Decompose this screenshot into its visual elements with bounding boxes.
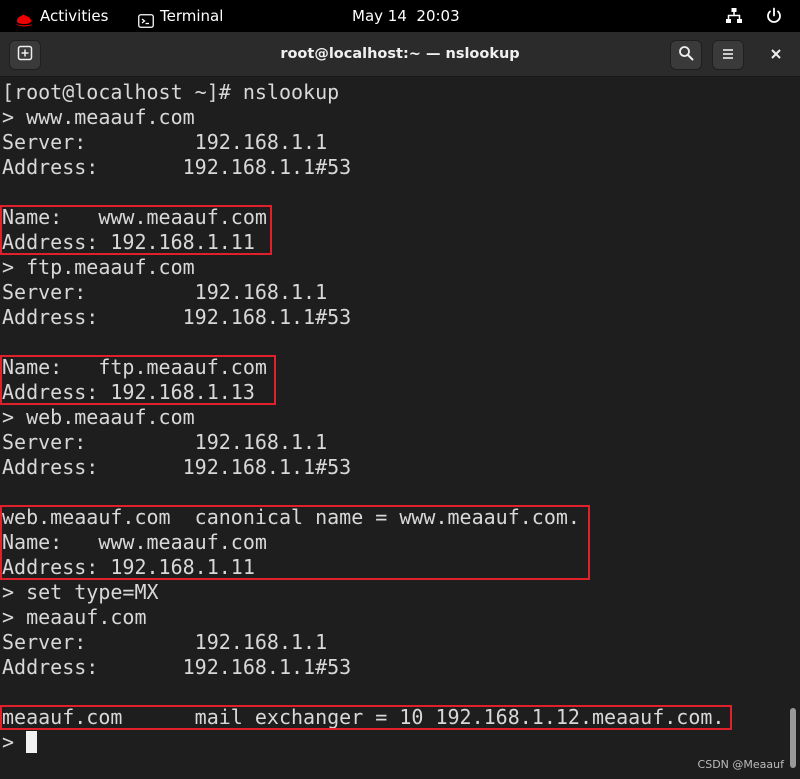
terminal-line: Server: 192.168.1.1	[2, 130, 328, 154]
scrollbar[interactable]	[786, 80, 800, 779]
highlight-box-ftp-result	[0, 355, 276, 405]
redhat-logo-icon	[14, 8, 34, 27]
top-bar: Activities Terminal May 14 20:03	[0, 0, 800, 32]
clock[interactable]: May 14 20:03	[352, 0, 460, 32]
network-icon[interactable]	[725, 0, 743, 32]
new-tab-icon	[17, 45, 33, 65]
menu-button[interactable]	[712, 40, 744, 70]
clock-label: May 14 20:03	[352, 7, 460, 25]
app-menu-label: Terminal	[160, 7, 224, 25]
new-tab-button[interactable]	[9, 40, 41, 70]
search-button[interactable]	[670, 40, 702, 70]
close-button[interactable]	[760, 40, 792, 70]
app-menu-terminal[interactable]: Terminal	[138, 0, 223, 32]
activities-button[interactable]: Activities	[14, 0, 108, 32]
search-icon	[678, 45, 694, 65]
terminal-line: > ftp.meaauf.com	[2, 255, 195, 279]
highlight-box-web-result	[0, 505, 590, 580]
terminal-line: [root@localhost ~]# nslookup	[2, 80, 340, 104]
header-bar: root@localhost:~ — nslookup	[0, 32, 800, 77]
watermark: CSDN @Meaauf	[697, 758, 784, 771]
highlight-box-www-result	[0, 205, 272, 255]
terminal-line: > meaauf.com	[2, 605, 147, 629]
text-cursor	[26, 731, 38, 753]
terminal-prompt-line[interactable]: >	[2, 730, 38, 755]
terminal-line: > web.meaauf.com	[2, 405, 195, 429]
scrollbar-thumb[interactable]	[790, 708, 796, 768]
terminal-line: Address: 192.168.1.1#53	[2, 455, 352, 479]
terminal-line: Server: 192.168.1.1	[2, 630, 328, 654]
terminal-line: Address: 192.168.1.1#53	[2, 155, 352, 179]
terminal-window: root@localhost:~ — nslookup [root@localh…	[0, 32, 800, 779]
activities-label: Activities	[40, 7, 109, 25]
terminal-line: > set type=MX	[2, 580, 159, 604]
close-icon	[770, 46, 782, 64]
terminal-line: Address: 192.168.1.1#53	[2, 655, 352, 679]
terminal-line: Address: 192.168.1.1#53	[2, 305, 352, 329]
power-icon[interactable]	[765, 0, 783, 32]
hamburger-menu-icon	[721, 46, 735, 65]
terminal-line: > www.meaauf.com	[2, 105, 195, 129]
terminal-line: Server: 192.168.1.1	[2, 430, 328, 454]
terminal-line: Server: 192.168.1.1	[2, 280, 328, 304]
prompt-text: >	[2, 730, 27, 754]
terminal-output[interactable]: [root@localhost ~]# nslookup > www.meaau…	[0, 80, 786, 779]
highlight-box-mx-result	[0, 705, 732, 730]
terminal-icon	[138, 8, 154, 28]
